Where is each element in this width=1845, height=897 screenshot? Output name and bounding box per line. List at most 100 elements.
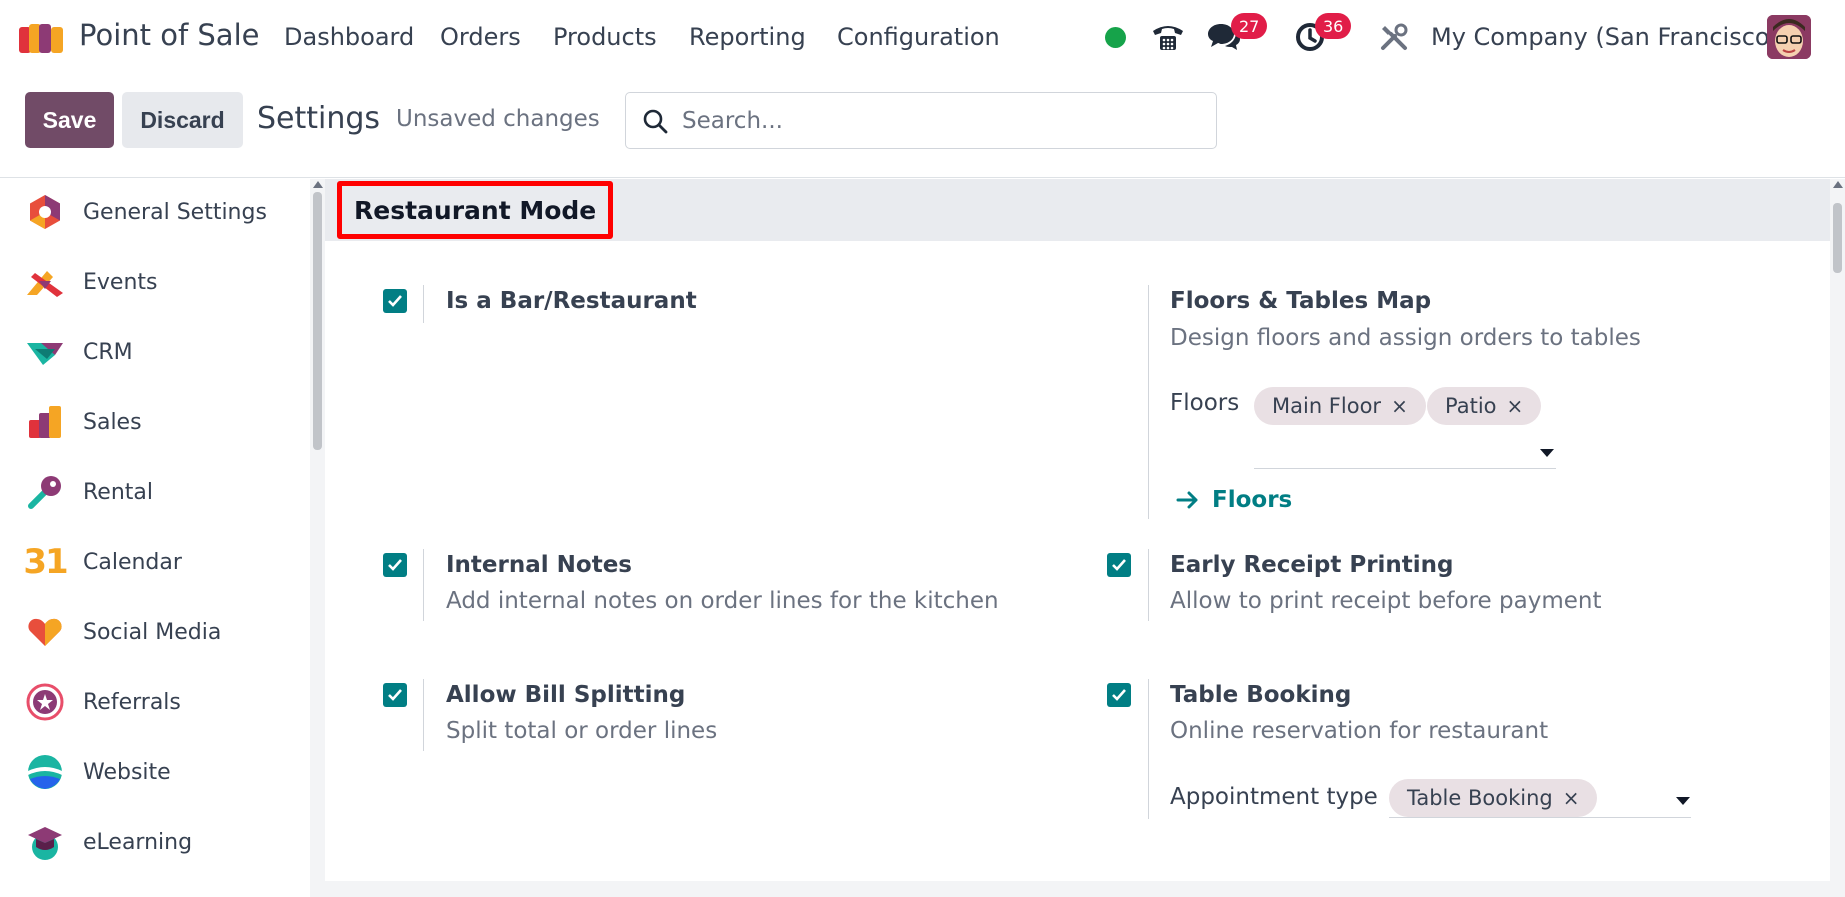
website-icon (25, 752, 65, 792)
table-booking-checkbox[interactable] (1107, 683, 1131, 707)
control-panel: Save Discard Settings Unsaved changes (0, 74, 1845, 178)
sidebar-item-referrals[interactable]: Referrals (0, 677, 310, 727)
calendar-glyph: 31 (23, 542, 68, 582)
content-scroll-up-icon[interactable] (1833, 181, 1843, 188)
sidebar-scroll-up-icon[interactable] (313, 181, 323, 188)
section-header: Restaurant Mode (325, 179, 1830, 241)
app-name[interactable]: Point of Sale (79, 18, 259, 52)
sidebar-item-label: Referrals (83, 689, 181, 715)
menu-products[interactable]: Products (553, 23, 657, 51)
menu-configuration[interactable]: Configuration (837, 23, 1000, 51)
setting-divider (423, 679, 424, 751)
menu-reporting[interactable]: Reporting (689, 23, 806, 51)
checkmark-icon (388, 689, 402, 701)
sales-icon (25, 402, 65, 442)
setting-divider (1148, 285, 1149, 519)
sidebar-scrollbar-thumb[interactable] (313, 192, 322, 450)
rental-key-icon (25, 472, 65, 512)
internal-notes-checkbox[interactable] (383, 553, 407, 577)
search-icon (643, 109, 668, 134)
tag-label: Patio (1445, 394, 1497, 418)
floors-dropdown-icon[interactable] (1540, 449, 1554, 457)
sidebar-item-label: General Settings (83, 199, 267, 225)
floors-input-underline[interactable] (1254, 468, 1556, 469)
save-button[interactable]: Save (25, 92, 114, 148)
sidebar-item-general-settings[interactable]: General Settings (0, 187, 310, 237)
sidebar-item-label: CRM (83, 339, 133, 365)
pos-app-logo-icon[interactable] (19, 21, 67, 53)
remove-tag-icon[interactable]: × (1391, 394, 1408, 418)
sidebar-item-calendar[interactable]: 31 Calendar (0, 537, 310, 587)
checkmark-icon (388, 295, 402, 307)
settings-content: Restaurant Mode Is a Bar/Restaurant Floo… (325, 179, 1830, 897)
bill-splitting-checkbox[interactable] (383, 683, 407, 707)
crm-icon (25, 332, 65, 372)
presence-status-icon[interactable] (1105, 27, 1126, 48)
tools-icon[interactable] (1377, 20, 1411, 54)
social-media-icon (25, 612, 65, 652)
remove-tag-icon[interactable]: × (1563, 786, 1580, 810)
setting-desc-bill-splitting: Split total or order lines (446, 718, 718, 744)
section-title-restaurant-mode: Restaurant Mode (337, 181, 614, 239)
sidebar-item-label: eLearning (83, 829, 193, 855)
sidebar-item-label: Calendar (83, 549, 182, 575)
settings-hex-icon (25, 192, 65, 232)
setting-desc-table-booking: Online reservation for restaurant (1170, 718, 1549, 744)
referrals-icon (25, 682, 65, 722)
setting-title-table-booking: Table Booking (1170, 682, 1352, 708)
sidebar-item-label: Rental (83, 479, 153, 505)
sidebar-item-label: Events (83, 269, 158, 295)
setting-divider (1148, 679, 1149, 819)
sidebar-item-label: Sales (83, 409, 142, 435)
arrow-right-icon (1176, 491, 1198, 509)
sidebar-item-label: Website (83, 759, 171, 785)
activities-count-badge: 36 (1315, 13, 1352, 39)
sidebar-item-elearning[interactable]: eLearning (0, 817, 310, 867)
tag-label: Table Booking (1407, 786, 1553, 810)
content-scrollbar[interactable] (1830, 179, 1845, 897)
setting-divider (423, 549, 424, 621)
messages-count-badge: 27 (1231, 13, 1268, 39)
content-scrollbar-thumb[interactable] (1833, 203, 1842, 273)
floors-link[interactable]: Floors (1176, 487, 1292, 513)
sidebar-item-label: Social Media (83, 619, 222, 645)
remove-tag-icon[interactable]: × (1507, 394, 1524, 418)
search-box[interactable] (625, 92, 1217, 149)
appointment-type-input-underline[interactable] (1389, 817, 1691, 818)
floors-link-label: Floors (1212, 487, 1293, 513)
sidebar-item-rental[interactable]: Rental (0, 467, 310, 517)
company-switcher[interactable]: My Company (San Francisco) (1431, 23, 1779, 51)
setting-title-early-receipt: Early Receipt Printing (1170, 552, 1454, 578)
setting-title-floors-map: Floors & Tables Map (1170, 288, 1432, 314)
sidebar-item-events[interactable]: Events (0, 257, 310, 307)
tag-table-booking: Table Booking × (1389, 779, 1598, 817)
setting-title-bar-restaurant: Is a Bar/Restaurant (446, 288, 697, 314)
user-avatar[interactable] (1767, 15, 1811, 59)
bar-restaurant-checkbox[interactable] (383, 289, 407, 313)
discard-button[interactable]: Discard (122, 92, 243, 148)
early-receipt-checkbox[interactable] (1107, 553, 1131, 577)
sidebar-item-website[interactable]: Website (0, 747, 310, 797)
restaurant-settings-panel: Is a Bar/Restaurant Floors & Tables Map … (325, 241, 1830, 881)
checkmark-icon (1112, 689, 1126, 701)
appointment-type-field-label: Appointment type (1170, 784, 1378, 810)
tag-main-floor: Main Floor × (1254, 387, 1426, 425)
floors-field-label: Floors (1170, 390, 1240, 416)
sidebar-item-crm[interactable]: CRM (0, 327, 310, 377)
menu-dashboard[interactable]: Dashboard (284, 23, 414, 51)
unsaved-changes-indicator: Unsaved changes (396, 106, 600, 132)
checkmark-icon (388, 559, 402, 571)
phone-icon[interactable] (1149, 20, 1187, 54)
top-navbar: Point of Sale Dashboard Orders Products … (0, 0, 1845, 74)
tag-label: Main Floor (1272, 394, 1382, 418)
setting-title-internal-notes: Internal Notes (446, 552, 632, 578)
appointment-type-dropdown-icon[interactable] (1676, 797, 1690, 805)
menu-orders[interactable]: Orders (440, 23, 521, 51)
sidebar-item-sales[interactable]: Sales (0, 397, 310, 447)
setting-desc-early-receipt: Allow to print receipt before payment (1170, 588, 1602, 614)
setting-divider (1148, 549, 1149, 621)
sidebar-item-social-media[interactable]: Social Media (0, 607, 310, 657)
checkmark-icon (1112, 559, 1126, 571)
search-input[interactable] (682, 105, 1202, 137)
page-title: Settings (257, 101, 381, 136)
